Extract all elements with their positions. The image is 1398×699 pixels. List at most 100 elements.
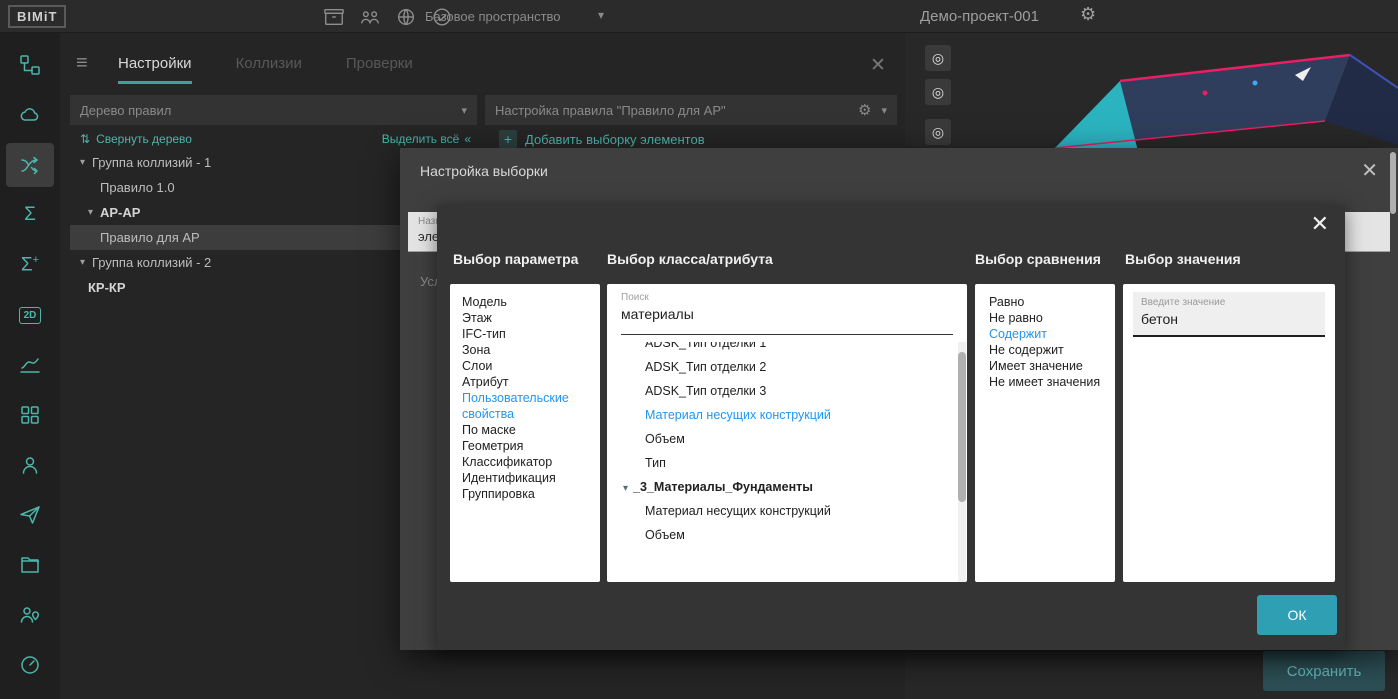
user-location-icon [20, 607, 40, 623]
save-button[interactable]: Сохранить [1263, 651, 1385, 691]
sidebar-item-sum[interactable]: Σ [6, 193, 54, 237]
attribute-item[interactable]: Тип [607, 451, 967, 475]
value-input[interactable] [1141, 311, 1317, 327]
attribute-item[interactable]: ADSK_Тип отделки 1 [607, 342, 967, 355]
sidebar-item-chart[interactable] [6, 343, 54, 387]
parameter-item[interactable]: Идентификация [462, 470, 588, 486]
tree-node-label: Правило 1.0 [100, 180, 175, 195]
main-panel-close-icon[interactable]: ✕ [870, 54, 886, 77]
modules-icon [21, 406, 39, 424]
condition-editor-dialog: ✕ Выбор параметра Выбор класса/атрибута … [437, 205, 1345, 650]
sidebar-item-structure-tree[interactable] [6, 43, 54, 87]
collisions-icon [21, 156, 38, 175]
2d-view-icon: 2D [18, 306, 42, 324]
comparison-item[interactable]: Имеет значение [989, 358, 1101, 374]
comparison-item-selected[interactable]: Содержит [989, 326, 1101, 342]
archive-box-icon[interactable] [322, 5, 346, 29]
attribute-group-label: _3_Материалы_Фундаменты [633, 480, 813, 494]
comparison-item[interactable]: Не содержит [989, 342, 1101, 358]
dialog-close-icon[interactable]: ✕ [1311, 211, 1329, 237]
caret-down-icon[interactable]: ▾ [80, 257, 92, 268]
parameter-item[interactable]: Геометрия [462, 438, 588, 454]
sigma-plus-icon: Σ+ [20, 253, 40, 276]
app-logo: BIMiT [8, 5, 67, 28]
sidebar-item-dashboard[interactable] [6, 643, 54, 687]
tab-checks[interactable]: Проверки [346, 55, 413, 84]
value-input-label: Введите значение [1141, 297, 1226, 308]
viewport-section-button[interactable]: ◎ [925, 119, 951, 145]
modal-close-icon[interactable]: ✕ [1361, 158, 1378, 183]
parameter-item[interactable]: IFC-тип [462, 326, 588, 342]
parameter-item[interactable]: Этаж [462, 310, 588, 326]
attribute-group-row[interactable]: ▾ _3_Материалы_Фундаменты [607, 475, 967, 499]
add-selection-button[interactable]: + Добавить выборку элементов [499, 130, 705, 148]
parameter-item[interactable]: Зона [462, 342, 588, 358]
tree-node-label: Правило для АР [100, 230, 200, 245]
globe-sync-icon[interactable] [394, 5, 418, 29]
rule-settings-panel-header[interactable]: Настройка правила "Правило для АР" ⚙ ▾ [485, 95, 897, 125]
team-icon[interactable] [358, 5, 382, 29]
search-input[interactable] [621, 306, 951, 322]
sidebar-item-user-location[interactable] [6, 593, 54, 637]
sidebar-item-clouds[interactable] [6, 93, 54, 137]
sidebar-item-send[interactable] [6, 493, 54, 537]
parameter-item[interactable]: Модель [462, 294, 588, 310]
sidebar-item-collisions[interactable] [6, 143, 54, 187]
rule-settings-title: Настройка правила "Правило для АР" [495, 102, 726, 118]
parameter-item[interactable]: Группировка [462, 486, 588, 502]
target-icon: ◎ [931, 83, 945, 100]
rule-settings-caret-icon[interactable]: ▾ [881, 104, 887, 117]
workspace-caret-icon[interactable]: ▾ [598, 8, 604, 22]
comparison-item[interactable]: Не имеет значения [989, 374, 1101, 390]
sidebar-item-user[interactable] [6, 443, 54, 487]
workspace-selector[interactable]: Базовое пространство [425, 9, 561, 24]
clipped-row: ADSK_Тип отделки 1 [607, 342, 967, 355]
project-settings-gear-icon[interactable]: ⚙ [1080, 4, 1096, 25]
attribute-item[interactable]: Материал несущих конструкций [607, 499, 967, 523]
tree-node-label: Группа коллизий - 2 [92, 255, 212, 270]
modal-scrollbar[interactable] [1390, 152, 1396, 214]
caret-down-icon[interactable]: ▾ [623, 483, 628, 494]
parameter-item[interactable]: Слои [462, 358, 588, 374]
sidebar-item-modules[interactable] [6, 393, 54, 437]
tree-utility-row: ⇅ Свернуть дерево Выделить всё « [70, 128, 477, 150]
caret-down-icon[interactable]: ▾ [88, 207, 100, 218]
viewport-focus-button[interactable]: ◎ [925, 45, 951, 71]
parameter-item-selected[interactable]: Пользовательские свойства [462, 390, 588, 422]
parameter-item[interactable]: Классификатор [462, 454, 588, 470]
rules-tree-panel-header[interactable]: Дерево правил ▾ [70, 95, 477, 125]
viewport-orbit-button[interactable]: ◎ [925, 79, 951, 105]
collapse-tree-button[interactable]: ⇅ Свернуть дерево [80, 132, 192, 146]
comparison-item[interactable]: Равно [989, 294, 1101, 310]
select-all-button[interactable]: Выделить всё « [382, 132, 471, 146]
select-all-label: Выделить всё [381, 132, 460, 146]
comparison-item[interactable]: Не равно [989, 310, 1101, 326]
cloud-icon [20, 108, 39, 121]
tab-collisions[interactable]: Коллизии [236, 55, 302, 84]
attribute-item[interactable]: ADSK_Тип отделки 3 [607, 379, 967, 403]
main-tabs: Настройки Коллизии Проверки [118, 55, 413, 84]
rule-settings-gear-icon[interactable]: ⚙ [858, 101, 871, 119]
collapse-tree-label: Свернуть дерево [96, 132, 192, 146]
tab-settings[interactable]: Настройки [118, 55, 192, 84]
list-scrollbar-thumb[interactable] [958, 352, 966, 502]
parameter-column-header: Выбор параметра [453, 251, 579, 267]
list-scrollbar-track[interactable] [958, 342, 966, 582]
sidebar-item-2d-view[interactable]: 2D [6, 293, 54, 337]
ok-button[interactable]: ОК [1257, 595, 1337, 635]
attribute-item-selected[interactable]: Материал несущих конструкций [607, 403, 967, 427]
panel-menu-icon[interactable]: ≡ [76, 52, 88, 75]
modal-title: Настройка выборки [420, 163, 548, 179]
attribute-item[interactable]: Объем [607, 523, 967, 547]
value-input-block[interactable]: Введите значение [1133, 292, 1325, 337]
sidebar-item-sum-plus[interactable]: Σ+ [6, 243, 54, 287]
caret-down-icon[interactable]: ▾ [80, 157, 92, 168]
sidebar-item-export-model[interactable] [6, 543, 54, 587]
parameter-item[interactable]: Атрибут [462, 374, 588, 390]
attribute-item[interactable]: ADSK_Тип отделки 2 [607, 355, 967, 379]
collapse-panel-icon: « [464, 132, 471, 146]
parameter-item[interactable]: По маске [462, 422, 588, 438]
attribute-item[interactable]: Объем [607, 427, 967, 451]
add-selection-label: Добавить выборку элементов [525, 131, 705, 147]
rules-tree-caret-icon[interactable]: ▾ [461, 104, 467, 117]
